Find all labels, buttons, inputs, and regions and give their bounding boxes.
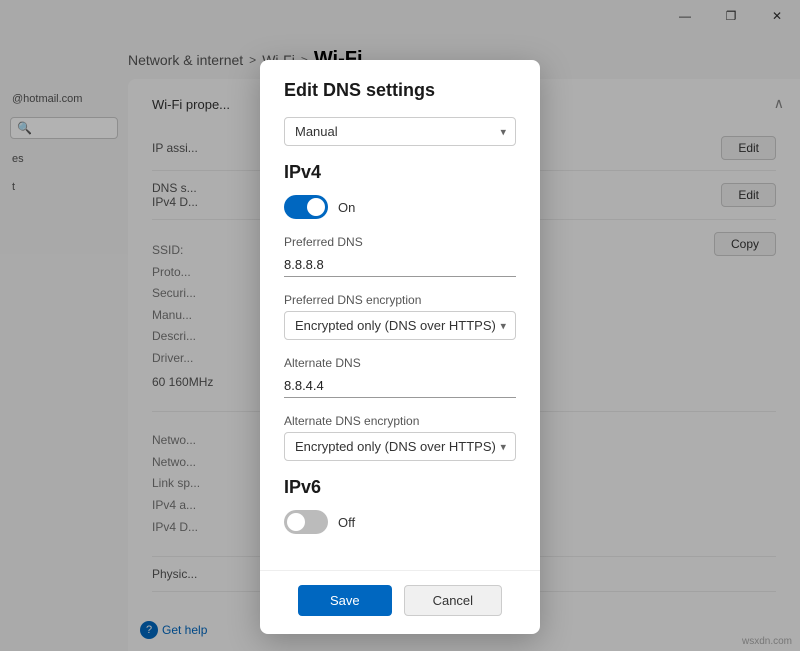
ipv6-section-title: IPv6	[284, 477, 516, 498]
ipv4-toggle-row[interactable]: On	[284, 195, 516, 219]
dialog-title: Edit DNS settings	[284, 80, 516, 101]
alternate-encryption-select[interactable]: Encrypted only (DNS over HTTPS) Plaintex…	[284, 432, 516, 461]
dialog-footer: Save Cancel	[260, 570, 540, 634]
toggle-knob	[307, 198, 325, 216]
dns-mode-select[interactable]: Manual Automatic (DHCP)	[284, 117, 516, 146]
preferred-dns-input[interactable]	[284, 253, 516, 277]
ipv6-toggle-knob	[287, 513, 305, 531]
preferred-encryption-select[interactable]: Encrypted only (DNS over HTTPS) Plaintex…	[284, 311, 516, 340]
preferred-encryption-dropdown-wrapper[interactable]: Encrypted only (DNS over HTTPS) Plaintex…	[284, 311, 516, 340]
dialog-body: Edit DNS settings Manual Automatic (DHCP…	[260, 60, 540, 570]
ipv6-toggle[interactable]	[284, 510, 328, 534]
modal-overlay: Edit DNS settings Manual Automatic (DHCP…	[0, 0, 800, 651]
preferred-dns-label: Preferred DNS	[284, 235, 516, 249]
ipv6-toggle-label: Off	[338, 515, 355, 530]
ipv6-toggle-row[interactable]: Off	[284, 510, 516, 534]
ipv4-section-title: IPv4	[284, 162, 516, 183]
alternate-encryption-dropdown-wrapper[interactable]: Encrypted only (DNS over HTTPS) Plaintex…	[284, 432, 516, 461]
dns-mode-dropdown-wrapper[interactable]: Manual Automatic (DHCP) ▾	[284, 117, 516, 146]
alternate-encryption-label: Alternate DNS encryption	[284, 414, 516, 428]
edit-dns-dialog: Edit DNS settings Manual Automatic (DHCP…	[260, 60, 540, 634]
alternate-dns-input[interactable]	[284, 374, 516, 398]
preferred-encryption-label: Preferred DNS encryption	[284, 293, 516, 307]
ipv4-toggle-label: On	[338, 200, 355, 215]
alternate-dns-label: Alternate DNS	[284, 356, 516, 370]
save-button[interactable]: Save	[298, 585, 392, 616]
ipv4-toggle[interactable]	[284, 195, 328, 219]
cancel-button[interactable]: Cancel	[404, 585, 502, 616]
